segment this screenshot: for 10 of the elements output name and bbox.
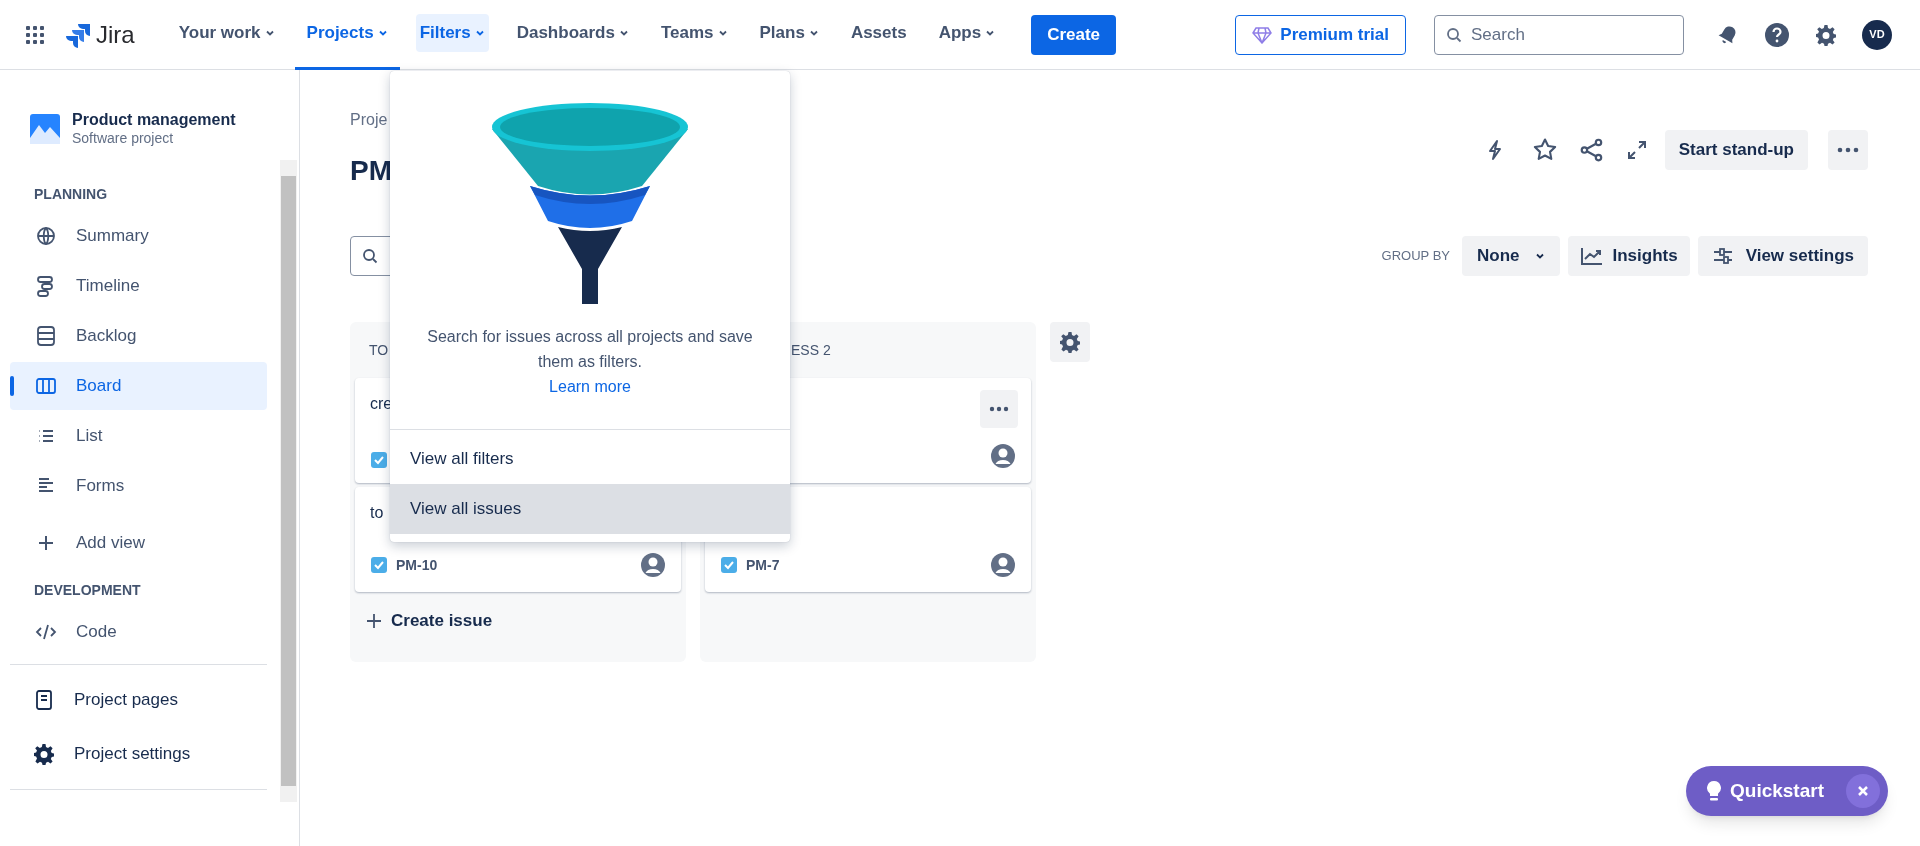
group-by-label: GROUP BY	[1381, 247, 1450, 266]
section-heading: PLANNING	[33, 185, 109, 204]
column-header: ESS 2	[791, 340, 831, 360]
menu-description: Search for issues across all projects and save them as filters.	[426, 327, 754, 372]
quickstart-label: Quickstart	[1730, 778, 1824, 803]
column-header: TO	[369, 340, 389, 360]
board-title: PM	[350, 154, 392, 188]
project-type: Software project	[72, 130, 175, 148]
issue-title: to	[370, 503, 384, 523]
section-heading: DEVELOPMENT	[33, 581, 142, 600]
